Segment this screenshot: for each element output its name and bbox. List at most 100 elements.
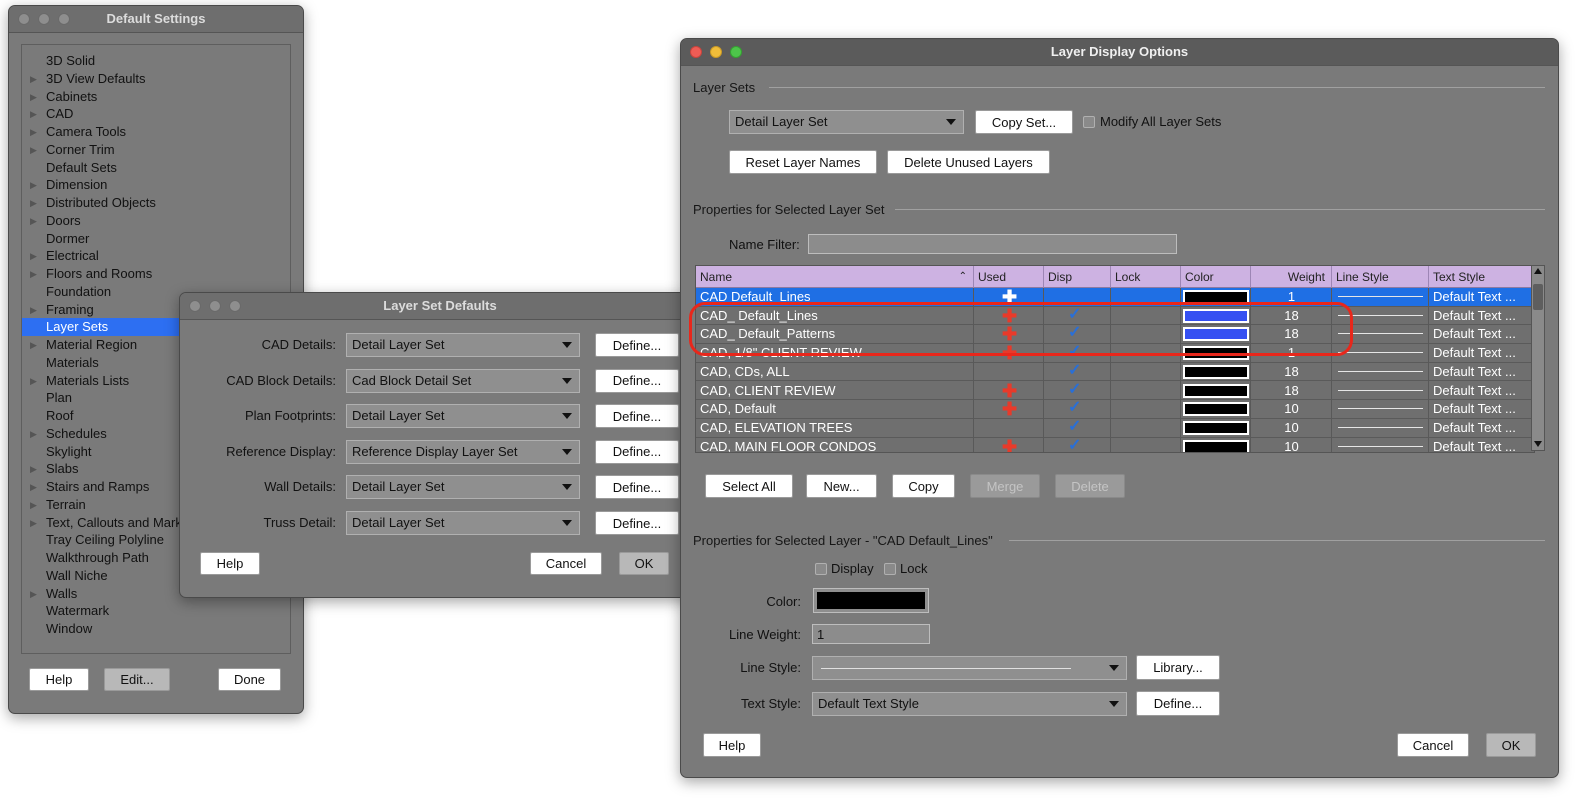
help-button[interactable]: Help (200, 552, 260, 575)
delete-layer-button[interactable]: Delete (1055, 474, 1125, 498)
help-button[interactable]: Help (703, 733, 761, 757)
column-header-color[interactable]: Color (1181, 266, 1251, 288)
zoom-icon[interactable] (58, 13, 70, 25)
column-header-disp[interactable]: Disp (1044, 266, 1111, 288)
cancel-button[interactable]: Cancel (530, 552, 602, 575)
disclosure-triangle-icon[interactable]: ▶ (30, 247, 37, 265)
column-header-used[interactable]: Used (974, 266, 1044, 288)
display-checkbox[interactable] (815, 563, 827, 575)
disclosure-triangle-icon[interactable]: ▶ (30, 70, 37, 88)
scroll-up-icon[interactable] (1534, 268, 1542, 274)
copy-layer-button[interactable]: Copy (892, 474, 955, 498)
define-text-style-button[interactable]: Define... (1136, 691, 1220, 716)
table-row[interactable]: CAD, CLIENT REVIEW ✚ ✓ 18 Default Text ... (696, 381, 1534, 401)
disclosure-triangle-icon[interactable]: ▶ (30, 496, 37, 514)
modify-all-layer-sets-checkbox[interactable] (1083, 116, 1095, 128)
table-row[interactable]: CAD, Default ✚ ✓ 10 Default Text ... (696, 399, 1534, 419)
tree-item[interactable]: ▶ Electrical (22, 247, 290, 265)
define-button[interactable]: Define... (595, 475, 679, 500)
tree-item[interactable]: ▶ 3D View Defaults (22, 70, 290, 88)
checkmark-icon[interactable]: ✓ (1068, 418, 1081, 436)
disclosure-triangle-icon[interactable]: ▶ (30, 212, 37, 230)
define-button[interactable]: Define... (595, 404, 679, 429)
tree-item[interactable]: ▶ Camera Tools (22, 123, 290, 141)
edit-button[interactable]: Edit... (104, 668, 170, 691)
checkmark-icon[interactable]: ✓ (1068, 324, 1081, 342)
layer-default-select[interactable]: Reference Display Layer Set (346, 439, 580, 464)
merge-button[interactable]: Merge (970, 474, 1040, 498)
color-swatch[interactable] (1183, 308, 1249, 323)
disclosure-triangle-icon[interactable]: ▶ (30, 194, 37, 212)
checkmark-icon[interactable]: ✓ (1068, 381, 1081, 399)
scroll-thumb[interactable] (1533, 284, 1543, 310)
disclosure-triangle-icon[interactable]: ▶ (30, 425, 37, 443)
text-style-select[interactable]: Default Text Style (812, 692, 1127, 716)
disclosure-triangle-icon[interactable]: ▶ (30, 460, 37, 478)
tree-item[interactable]: ▶ Cabinets (22, 88, 290, 106)
table-row[interactable]: CAD_ Default_Patterns ✚ ✓ 18 Default Text ..… (696, 324, 1534, 345)
checkmark-icon[interactable]: ✓ (1068, 343, 1081, 361)
disclosure-triangle-icon[interactable]: ▶ (30, 123, 37, 141)
color-swatch[interactable] (1183, 364, 1249, 379)
tree-item[interactable]: Dormer (22, 230, 290, 248)
sort-ascending-icon[interactable]: ⌃ (959, 266, 967, 288)
disclosure-triangle-icon[interactable]: ▶ (30, 176, 37, 194)
define-button[interactable]: Define... (595, 333, 679, 357)
tree-item[interactable]: ▶ CAD (22, 105, 290, 123)
column-header-text-style[interactable]: Text Style (1429, 266, 1534, 288)
color-swatch[interactable] (1183, 420, 1249, 435)
close-icon[interactable] (189, 300, 201, 312)
disclosure-triangle-icon[interactable]: ▶ (30, 372, 37, 390)
layer-default-select[interactable]: Detail Layer Set (346, 404, 580, 429)
disclosure-triangle-icon[interactable]: ▶ (30, 585, 37, 603)
copy-set-button[interactable]: Copy Set... (975, 110, 1073, 134)
lock-checkbox[interactable] (884, 563, 896, 575)
minimize-icon[interactable] (38, 13, 50, 25)
layer-display-titlebar[interactable]: Layer Display Options (681, 39, 1558, 66)
column-header-name[interactable]: Name ⌃ (696, 266, 974, 288)
column-header-lock[interactable]: Lock (1111, 266, 1181, 288)
disclosure-triangle-icon[interactable]: ▶ (30, 141, 37, 159)
tree-item[interactable]: ▶ Dimension (22, 176, 290, 194)
delete-unused-layers-button[interactable]: Delete Unused Layers (887, 150, 1050, 174)
reset-layer-names-button[interactable]: Reset Layer Names (729, 150, 877, 174)
cancel-button[interactable]: Cancel (1397, 733, 1469, 757)
tree-item[interactable]: Watermark (22, 602, 290, 620)
layer-set-select[interactable]: Detail Layer Set (729, 110, 964, 134)
help-button[interactable]: Help (29, 668, 89, 691)
tree-item[interactable]: ▶ Corner Trim (22, 141, 290, 159)
done-button[interactable]: Done (218, 668, 281, 691)
disclosure-triangle-icon[interactable]: ▶ (30, 105, 37, 123)
checkmark-icon[interactable]: ✓ (1068, 437, 1081, 452)
select-all-button[interactable]: Select All (705, 474, 793, 498)
layer-default-select[interactable]: Detail Layer Set (346, 333, 580, 357)
ok-button[interactable]: OK (619, 552, 669, 575)
table-row[interactable]: CAD, CDs, ALL ✓ 18 Default Text ... (696, 362, 1534, 382)
layer-default-select[interactable]: Cad Block Detail Set (346, 368, 580, 393)
library-button[interactable]: Library... (1136, 655, 1220, 680)
color-swatch[interactable] (1183, 290, 1249, 304)
new-layer-button[interactable]: New... (806, 474, 877, 498)
table-row[interactable]: CAD, ELEVATION TREES ✓ 10 Default Text ... (696, 418, 1534, 438)
disclosure-triangle-icon[interactable]: ▶ (30, 478, 37, 496)
disclosure-triangle-icon[interactable]: ▶ (30, 265, 37, 283)
minimize-icon[interactable] (209, 300, 221, 312)
scroll-down-icon[interactable] (1534, 441, 1542, 447)
color-swatch[interactable] (1183, 346, 1249, 361)
disclosure-triangle-icon[interactable]: ▶ (30, 88, 37, 106)
define-button[interactable]: Define... (595, 511, 679, 535)
layer-default-select[interactable]: Detail Layer Set (346, 475, 580, 500)
table-scrollbar[interactable] (1531, 265, 1545, 451)
minimize-icon[interactable] (710, 46, 722, 58)
checkmark-icon[interactable]: ✓ (1068, 306, 1081, 324)
color-swatch[interactable] (1183, 327, 1249, 342)
table-row[interactable]: CAD Default_Lines ✚ 1 Default Text ... (696, 288, 1534, 307)
zoom-icon[interactable] (730, 46, 742, 58)
tree-item[interactable]: 3D Solid (22, 52, 290, 70)
zoom-icon[interactable] (229, 300, 241, 312)
disclosure-triangle-icon[interactable]: ▶ (30, 336, 37, 354)
color-swatch-button[interactable] (813, 588, 929, 613)
line-style-select[interactable] (812, 656, 1127, 680)
close-icon[interactable] (18, 13, 30, 25)
layer-table[interactable]: Name ⌃ Used Disp Lock Color Weight Line Style Te… (695, 265, 1535, 453)
